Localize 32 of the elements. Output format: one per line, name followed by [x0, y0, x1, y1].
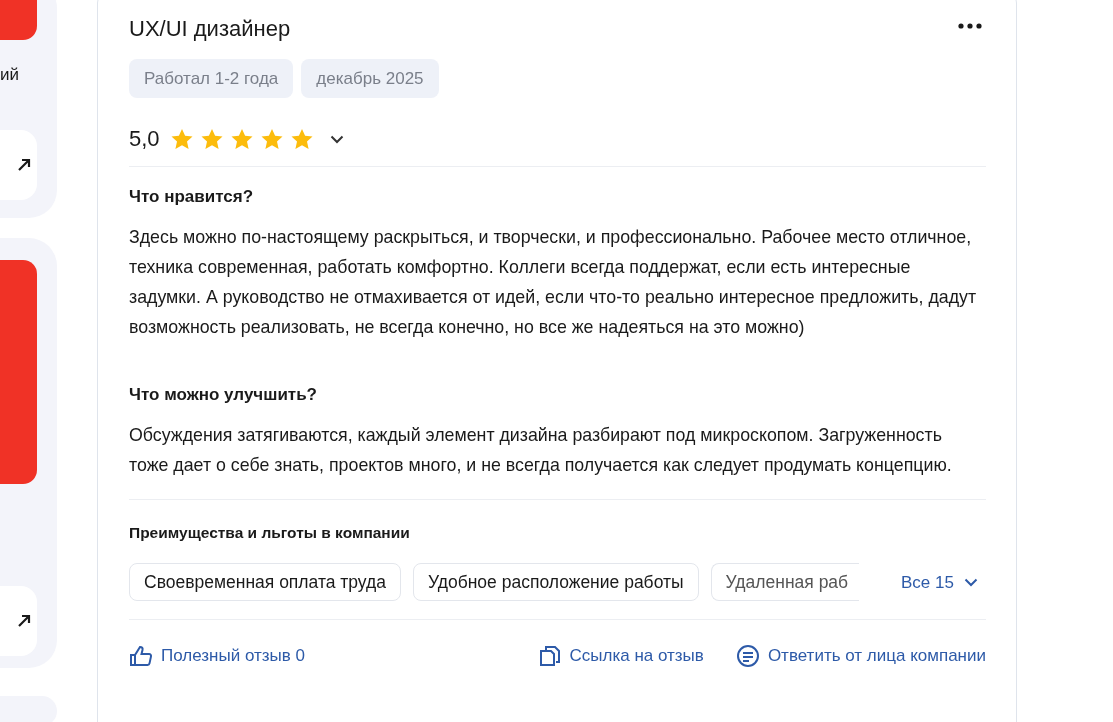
- benefit-tag: Удобное расположение работы: [413, 563, 699, 602]
- review-text: Здесь можно по-настоящему раскрыться, и творчески, и профессионально. Рабочее место отличное, техника современная, работать комфортно. Коллеги всегда поддержат, если есть интересные задумки. А руководство не отмахивается от идей, если что-то реально интересное предложить, дадут возможность реализовать, не всегда конечно, но все же надеяться на это можно): [129, 226, 978, 339]
- review-text: Обсуждения затягиваются, каждый элемент дизайна разбирают под микроскопом. Загруженность тоже дает о себе знать, проектов много, и не всегда получается как следует продумать концепцию.: [129, 424, 953, 477]
- arrow-icon: [17, 158, 31, 172]
- star-icon: [199, 128, 224, 150]
- benefit-tag: Своевременная оплата труда: [129, 563, 401, 602]
- sidebar-text: ий: [0, 64, 17, 86]
- star-icon: [259, 128, 284, 150]
- thumbs-up-icon: [129, 645, 153, 667]
- arrow-icon: [17, 614, 31, 628]
- helpful-button[interactable]: Полезный отзыв 0: [129, 643, 305, 669]
- chevron-down-icon: [963, 577, 978, 587]
- link-tile[interactable]: [0, 586, 37, 656]
- reply-button[interactable]: Ответить от лица компании: [735, 643, 986, 669]
- show-all-link[interactable]: Все 15: [901, 569, 978, 595]
- section-heading: Что можно улучшить?: [129, 384, 318, 406]
- comment-icon: [735, 645, 760, 667]
- chevron-down-icon: [329, 135, 344, 145]
- benefits-heading: Преимущества и льготы в компании: [129, 523, 411, 543]
- copy-link-button[interactable]: Ссылка на отзыв: [539, 643, 704, 669]
- benefit-tag: Удаленная раб: [710, 563, 859, 602]
- review-title: UX/UI дизайнер: [129, 15, 291, 43]
- tag: Работал 1-2 года: [129, 59, 294, 98]
- tag: декабрь 2025: [301, 59, 439, 98]
- star-icon: [169, 128, 194, 150]
- star-icon: [289, 128, 314, 150]
- link-tile[interactable]: [0, 130, 37, 200]
- section-heading: Что нравится?: [129, 186, 255, 208]
- rating-value: 5,0: [129, 126, 160, 152]
- copy-icon: [539, 645, 562, 667]
- star-icon: [229, 128, 254, 150]
- more-icon: [958, 21, 982, 30]
